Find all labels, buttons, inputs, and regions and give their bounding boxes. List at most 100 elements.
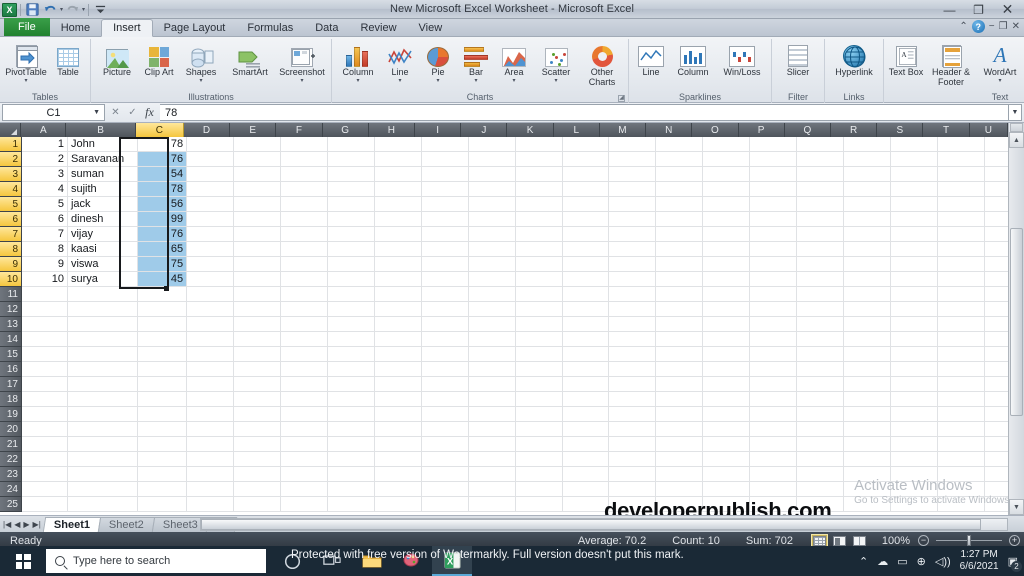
cell-M11[interactable] [609, 287, 657, 302]
slicer-button[interactable]: Slicer [775, 39, 821, 78]
cell-I20[interactable] [421, 422, 469, 437]
cell-E1[interactable] [234, 137, 281, 152]
cell-S18[interactable] [890, 392, 938, 407]
cell-Q7[interactable] [797, 227, 845, 242]
cell-S3[interactable] [890, 167, 938, 182]
cell-N24[interactable] [656, 482, 704, 497]
table-row[interactable] [22, 287, 1024, 302]
cell-J16[interactable] [468, 362, 516, 377]
cell-C17[interactable] [138, 377, 188, 392]
cell-R14[interactable] [844, 332, 891, 347]
cell-N19[interactable] [656, 407, 704, 422]
cell-K7[interactable] [515, 227, 563, 242]
column-header-r[interactable]: R [831, 123, 878, 137]
cell-O7[interactable] [703, 227, 751, 242]
cell-C7[interactable]: 76 [138, 227, 188, 242]
cell-K15[interactable] [515, 347, 563, 362]
cell-K9[interactable] [515, 257, 563, 272]
first-sheet-icon[interactable]: |◀ [3, 520, 11, 529]
horizontal-scroll-thumb[interactable] [201, 519, 981, 530]
cell-M4[interactable] [609, 182, 657, 197]
cell-B15[interactable] [67, 347, 139, 362]
cell-H7[interactable] [374, 227, 422, 242]
cell-Q6[interactable] [797, 212, 845, 227]
cell-M18[interactable] [609, 392, 657, 407]
cell-L8[interactable] [562, 242, 610, 257]
cell-C24[interactable] [138, 482, 188, 497]
cell-T12[interactable] [937, 302, 985, 317]
zoom-slider[interactable]: − + [918, 535, 1020, 546]
cell-A12[interactable] [22, 302, 68, 317]
cell-S13[interactable] [890, 317, 938, 332]
cell-S10[interactable] [890, 272, 938, 287]
table-row[interactable]: 1 John 78 [22, 137, 1024, 152]
cell-P10[interactable] [750, 272, 798, 287]
cell-E14[interactable] [234, 332, 281, 347]
cell-F24[interactable] [280, 482, 328, 497]
cell-P18[interactable] [750, 392, 798, 407]
cell-G12[interactable] [327, 302, 375, 317]
cell-K3[interactable] [515, 167, 563, 182]
column-headers[interactable]: A B C D E F G H I J K L M N O P Q R S T … [0, 123, 1009, 137]
cell-S19[interactable] [890, 407, 938, 422]
cell-H1[interactable] [374, 137, 422, 152]
cell-S12[interactable] [890, 302, 938, 317]
cell-G20[interactable] [327, 422, 375, 437]
cell-K17[interactable] [515, 377, 563, 392]
cell-O11[interactable] [703, 287, 751, 302]
cell-I3[interactable] [421, 167, 469, 182]
cell-S6[interactable] [890, 212, 938, 227]
cell-E15[interactable] [234, 347, 281, 362]
cell-F7[interactable] [280, 227, 328, 242]
cell-L24[interactable] [562, 482, 610, 497]
cell-F6[interactable] [280, 212, 328, 227]
cell-R7[interactable] [844, 227, 891, 242]
cell-A23[interactable] [22, 467, 68, 482]
cell-B11[interactable] [67, 287, 139, 302]
table-row[interactable]: 10 surya 45 [22, 272, 1024, 287]
cell-O23[interactable] [703, 467, 751, 482]
cell-M2[interactable] [609, 152, 657, 167]
cell-D16[interactable] [187, 362, 235, 377]
row-header-24[interactable]: 24 [0, 482, 22, 497]
column-header-h[interactable]: H [369, 123, 415, 137]
cell-K6[interactable] [515, 212, 563, 227]
cell-D11[interactable] [187, 287, 235, 302]
cell-J2[interactable] [468, 152, 516, 167]
sparkline-line-button[interactable]: Line [632, 39, 670, 78]
cell-H21[interactable] [374, 437, 422, 452]
cell-R21[interactable] [844, 437, 891, 452]
table-row[interactable] [22, 377, 1024, 392]
cell-P20[interactable] [750, 422, 798, 437]
cell-B6[interactable]: dinesh [67, 212, 139, 227]
cell-L12[interactable] [562, 302, 610, 317]
cell-G21[interactable] [327, 437, 375, 452]
cell-I8[interactable] [421, 242, 469, 257]
cell-I13[interactable] [421, 317, 469, 332]
cell-D24[interactable] [187, 482, 235, 497]
scatter-chart-button[interactable]: Scatter ▾ [533, 39, 579, 84]
line-chart-dropdown-icon[interactable]: ▾ [398, 78, 401, 84]
cell-B5[interactable]: jack [67, 197, 139, 212]
cell-C12[interactable] [138, 302, 188, 317]
cell-K19[interactable] [515, 407, 563, 422]
cell-J18[interactable] [468, 392, 516, 407]
row-header-15[interactable]: 15 [0, 347, 22, 362]
wordart-button[interactable]: A WordArt ▾ [977, 39, 1023, 84]
cell-E23[interactable] [234, 467, 281, 482]
screenshot-button[interactable]: Screenshot ▾ [276, 39, 328, 84]
cell-E11[interactable] [234, 287, 281, 302]
cell-J7[interactable] [468, 227, 516, 242]
clipart-button[interactable]: Clip Art [140, 39, 178, 78]
cell-A6[interactable]: 6 [22, 212, 68, 227]
cell-N3[interactable] [656, 167, 704, 182]
cell-R6[interactable] [844, 212, 891, 227]
close-button[interactable]: ✕ [993, 1, 1022, 18]
cell-S1[interactable] [890, 137, 938, 152]
cell-M20[interactable] [609, 422, 657, 437]
name-box[interactable]: C1 ▼ [2, 104, 105, 121]
cell-F16[interactable] [280, 362, 328, 377]
cell-E3[interactable] [234, 167, 281, 182]
cell-E4[interactable] [234, 182, 281, 197]
cell-P7[interactable] [750, 227, 798, 242]
